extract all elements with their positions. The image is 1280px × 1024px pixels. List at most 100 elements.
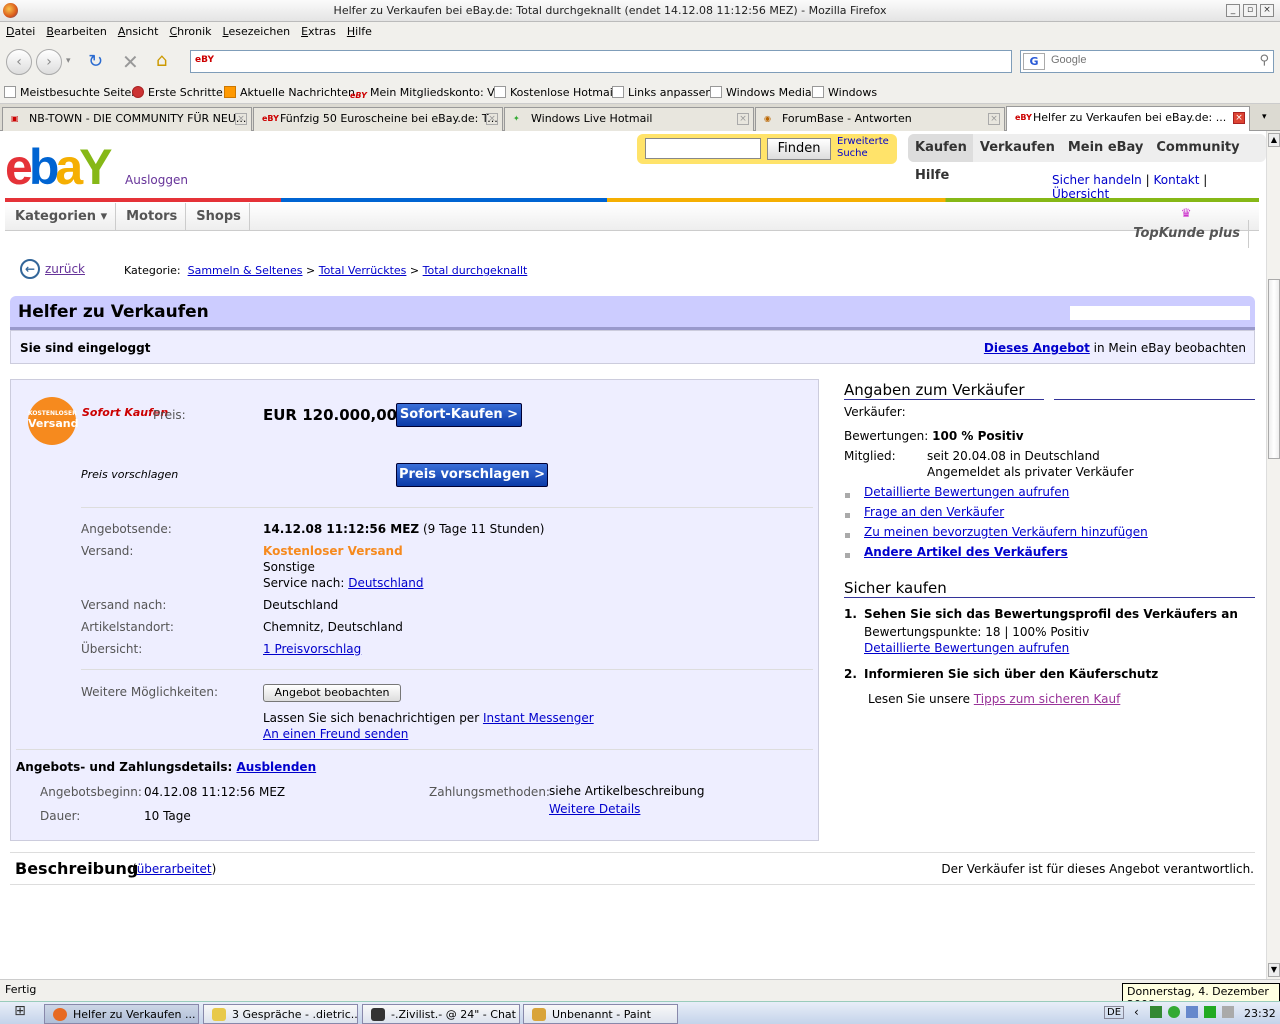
web-search-input[interactable] (1051, 54, 1251, 66)
start-button-icon[interactable]: ⊞ (4, 1003, 36, 1023)
nav-verkaufen[interactable]: Verkaufen (973, 134, 1061, 162)
payment-details-link[interactable]: Weitere Details (549, 802, 640, 816)
buy-now-button[interactable]: Sofort-Kaufen > (396, 403, 522, 427)
menu-ansicht[interactable]: Ansicht (112, 22, 164, 38)
tray-app-icon[interactable] (1150, 1006, 1162, 1018)
task-chat[interactable]: -.Zivilist.- @ 24" - Chat (362, 1004, 520, 1024)
close-tab-icon[interactable]: × (486, 113, 498, 125)
close-tab-icon[interactable]: × (988, 113, 1000, 125)
seller-ratings-link[interactable]: Detaillierte Bewertungen aufrufen (864, 485, 1069, 499)
page-icon (710, 86, 722, 98)
kontakt-link[interactable]: Kontakt (1153, 173, 1199, 187)
send-to-friend-link[interactable]: An einen Freund senden (263, 727, 408, 741)
nav-community[interactable]: Community (1149, 134, 1245, 162)
menu-bearbeiten[interactable]: Bearbeiten (40, 22, 111, 38)
bookmark-item[interactable]: Windows Media (710, 86, 812, 99)
breadcrumb-sammeln[interactable]: Sammeln & Seltenes (188, 264, 303, 277)
tray-volume-icon[interactable] (1222, 1006, 1234, 1018)
watch-this-item-link[interactable]: Dieses Angebot (984, 341, 1090, 355)
other-items-link[interactable]: Andere Artikel des Verkäufers (864, 545, 1068, 559)
bookmark-item[interactable]: Meistbesuchte Seiten (4, 86, 138, 99)
logout-link[interactable]: Ausloggen (125, 173, 188, 187)
menu-lesezeichen[interactable]: Lesezeichen (217, 22, 296, 38)
magnifier-icon[interactable]: ⚲ (1259, 53, 1269, 68)
tab-forumbase[interactable]: ◉ ForumBase - Antworten × (755, 107, 1005, 131)
bookmark-item[interactable]: Links anpassen (612, 86, 712, 99)
tab-hotmail[interactable]: ✦ Windows Live Hotmail × (504, 107, 754, 131)
ebay-logo[interactable]: ebaY (5, 141, 113, 193)
separator (81, 669, 813, 670)
nav-hilfe[interactable]: Hilfe (908, 162, 955, 190)
breadcrumb-verruecktes[interactable]: Total Verrücktes (319, 264, 407, 277)
task-paint[interactable]: Unbenannt - Paint (523, 1004, 678, 1024)
bookmark-item[interactable]: Erste Schritte (132, 86, 223, 99)
close-tab-icon[interactable]: × (1233, 112, 1245, 124)
bookmark-item[interactable]: Kostenlose Hotmail (494, 86, 616, 99)
back-arrow-icon[interactable]: ← (20, 259, 40, 279)
close-tab-icon[interactable]: × (235, 113, 247, 125)
web-search-box[interactable]: G ⚲ (1020, 50, 1274, 73)
back-link[interactable]: zurück (45, 262, 85, 276)
shops-link[interactable]: Shops (186, 203, 250, 231)
scroll-down-icon[interactable]: ▼ (1268, 963, 1280, 977)
instant-messenger-link[interactable]: Instant Messenger (483, 711, 594, 725)
google-engine-icon[interactable]: G (1023, 53, 1045, 70)
menu-hilfe[interactable]: Hilfe (341, 22, 377, 38)
tray-expand-icon[interactable]: ‹ (1134, 1005, 1139, 1019)
maximize-button[interactable]: ▫ (1243, 4, 1257, 17)
tray-app-icon[interactable] (1204, 1006, 1216, 1018)
history-dropdown-icon[interactable]: ▾ (66, 56, 71, 66)
price-offer-link[interactable]: 1 Preisvorschlag (263, 642, 361, 656)
duration-label: Dauer: (40, 809, 81, 823)
ask-seller-link[interactable]: Frage an den Verkäufer (864, 505, 1004, 519)
breadcrumb-durchgeknallt[interactable]: Total durchgeknallt (423, 264, 528, 277)
reload-icon[interactable]: ↻ (88, 51, 103, 72)
menu-chronik[interactable]: Chronik (163, 22, 216, 38)
sicher-handeln-link[interactable]: Sicher handeln (1052, 173, 1142, 187)
make-offer-button[interactable]: Preis vorschlagen > (396, 463, 548, 487)
ebay-search-input[interactable] (645, 138, 761, 159)
tray-network-icon[interactable] (1186, 1006, 1198, 1018)
url-bar[interactable]: eBY (190, 50, 1012, 73)
back-icon[interactable]: ‹ (6, 49, 32, 75)
safe-tips-link[interactable]: Tipps zum sicheren Kauf (974, 692, 1121, 706)
tab-list-icon[interactable]: ▾ (1262, 112, 1267, 122)
hide-details-link[interactable]: Ausblenden (236, 760, 316, 774)
categories-menu[interactable]: Kategorien ▾ (5, 203, 117, 231)
service-country-link[interactable]: Deutschland (348, 576, 423, 590)
tab-nbtown[interactable]: ▣ NB-TOWN - DIE COMMUNITY FÜR NEU... × (2, 107, 252, 131)
find-button[interactable]: Finden (767, 138, 831, 160)
forward-icon[interactable]: › (36, 49, 62, 75)
favorite-seller-link[interactable]: Zu meinen bevorzugten Verkäufern hinzufü… (864, 525, 1148, 539)
menu-extras[interactable]: Extras (295, 22, 341, 38)
free-shipping-text: Kostenloser Versand (263, 544, 403, 558)
nav-mein-ebay[interactable]: Mein eBay (1061, 134, 1150, 162)
tray-app-icon[interactable] (1168, 1006, 1180, 1018)
menu-datei[interactable]: Datei (0, 22, 40, 38)
home-icon[interactable]: ⌂ (156, 50, 167, 71)
safe-ratings-link[interactable]: Detaillierte Bewertungen aufrufen (864, 641, 1069, 655)
stop-icon[interactable]: ✕ (122, 50, 139, 74)
bookmark-item[interactable]: Windows (812, 86, 877, 99)
tab-fuenfzig[interactable]: eBY Fünfzig 50 Euroscheine bei eBay.de: T… (253, 107, 503, 131)
login-status-bar: Sie sind eingeloggt Dieses Angebot in Me… (10, 330, 1255, 364)
close-window-button[interactable]: × (1260, 4, 1274, 17)
task-messenger[interactable]: 3 Gespräche - .dietric... (203, 1004, 358, 1024)
language-indicator[interactable]: DE (1104, 1006, 1125, 1019)
bookmark-item[interactable]: Aktuelle Nachrichten (224, 86, 355, 99)
task-firefox[interactable]: Helfer zu Verkaufen ... (44, 1004, 199, 1024)
watch-text: Dieses Angebot in Mein eBay beobachten (983, 341, 1246, 355)
revised-link[interactable]: überarbeitet (137, 862, 212, 876)
vertical-scrollbar[interactable]: ▲ ▼ (1266, 131, 1280, 979)
clock[interactable]: 23:32 (1244, 1007, 1276, 1020)
nav-kaufen[interactable]: Kaufen (908, 134, 973, 162)
watch-item-button[interactable]: Angebot beobachten (263, 684, 401, 702)
scroll-thumb[interactable] (1268, 279, 1280, 459)
advanced-search-link[interactable]: Erweiterte Suche (837, 136, 889, 160)
minimize-button[interactable]: _ (1226, 4, 1240, 17)
motors-link[interactable]: Motors (116, 203, 187, 231)
scroll-up-icon[interactable]: ▲ (1268, 133, 1280, 147)
close-tab-icon[interactable]: × (737, 113, 749, 125)
bookmark-item[interactable]: eBY Mein Mitgliedskonto: V... (350, 86, 504, 103)
tab-helfer-active[interactable]: eBY Helfer zu Verkaufen bei eBay.de: ... × (1006, 106, 1250, 132)
